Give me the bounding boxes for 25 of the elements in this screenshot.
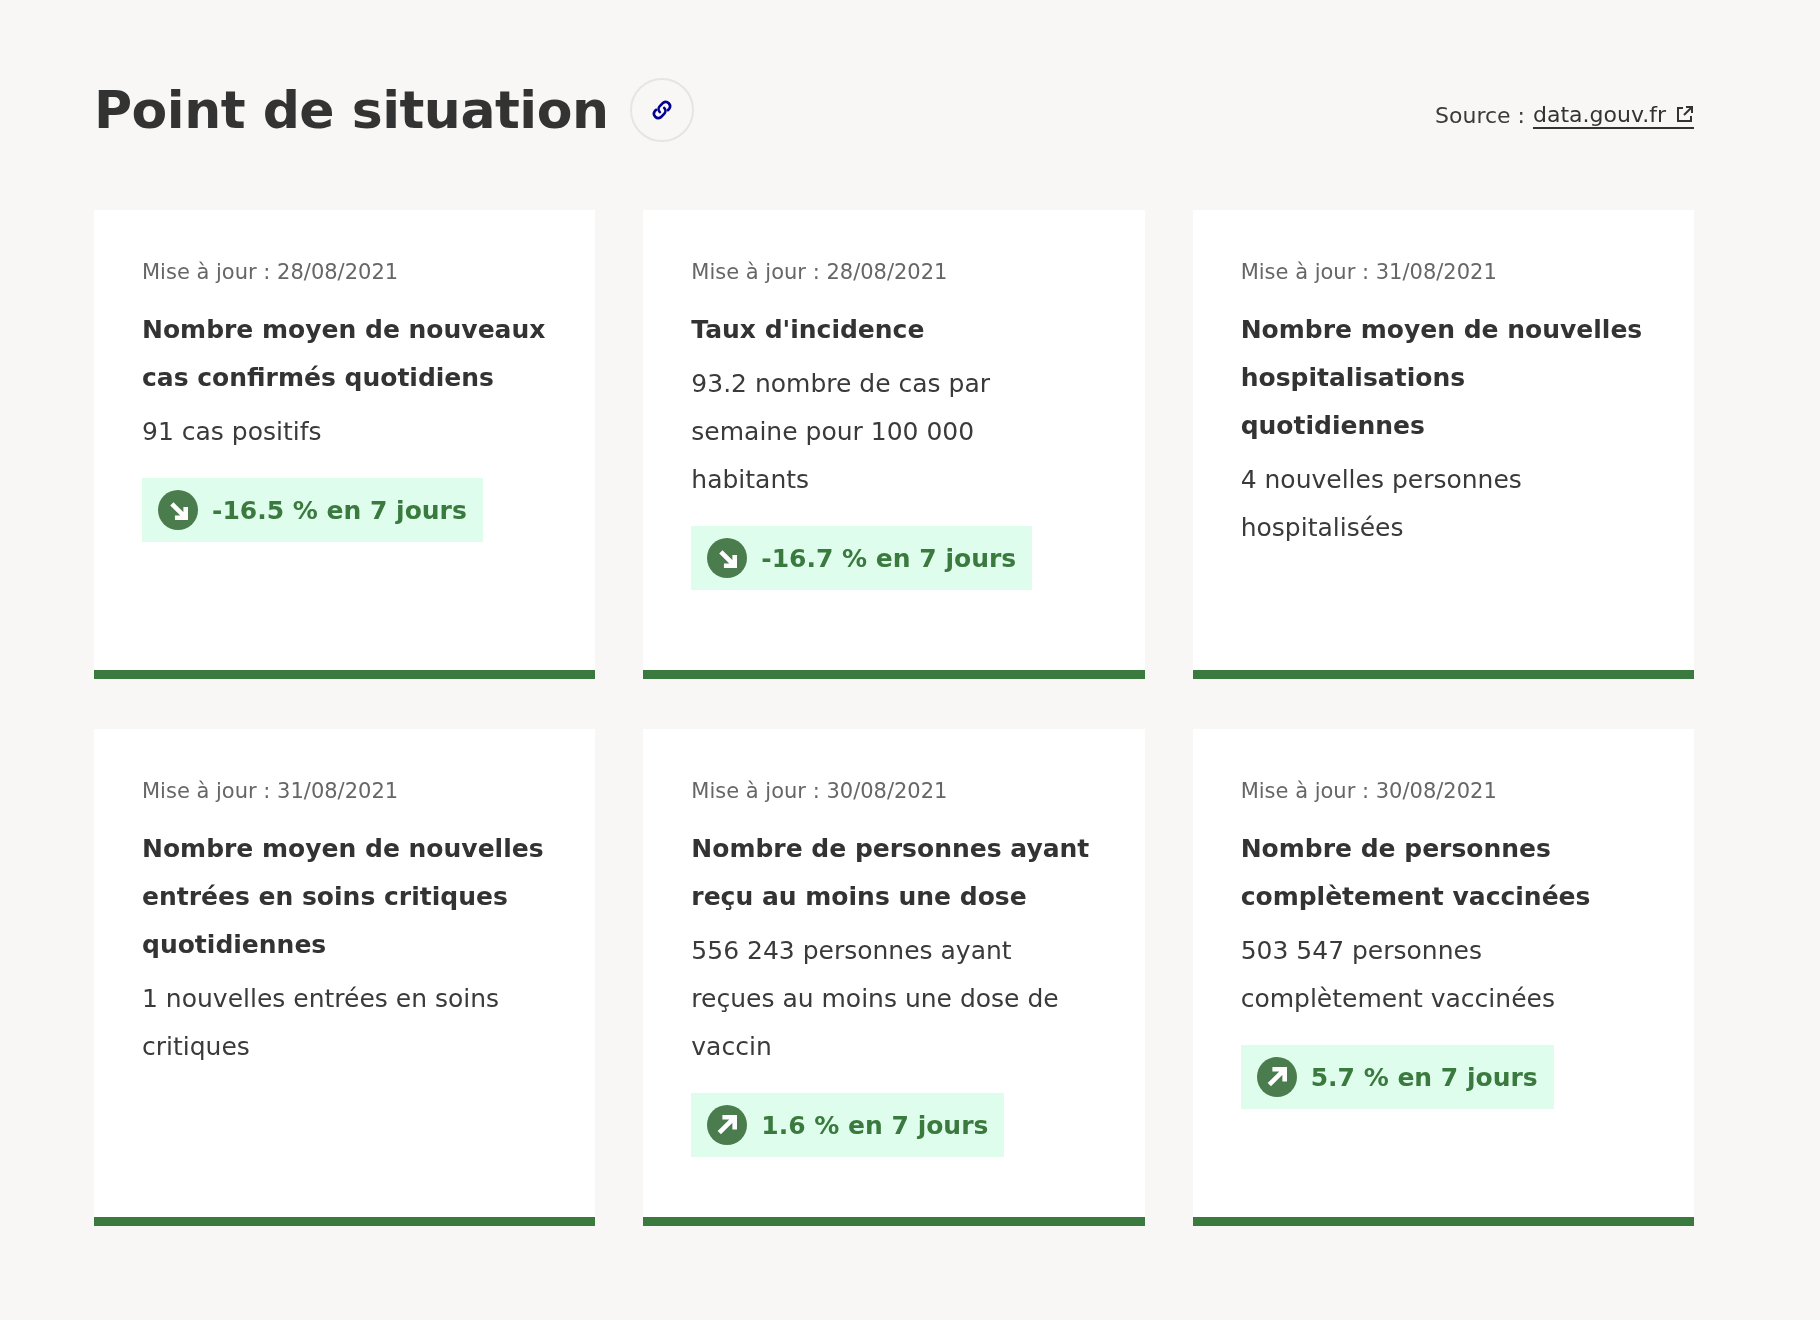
indicator-title: Taux d'incidence	[691, 314, 926, 346]
indicator-title: Nombre moyen de nouvelles hospitalisations quotidiennes	[1240, 314, 1644, 442]
source-link[interactable]: data.gouv.fr	[1533, 101, 1694, 129]
trend-text: -16.7 % en 7 jours	[761, 543, 1017, 573]
update-date: Mise à jour : 31/08/2021	[142, 779, 400, 803]
indicator-value: 1 nouvelles entrées en soins critiques	[142, 983, 501, 1063]
indicator-title: Nombre de personnes ayant reçu au moins une dose	[691, 833, 1091, 913]
trend-text: 1.6 % en 7 jours	[761, 1110, 989, 1140]
update-date: Mise à jour : 30/08/2021	[1240, 779, 1498, 803]
indicator-title: Nombre moyen de nouvelles entrées en soins critiques quotidiennes	[142, 833, 545, 961]
indicator-value: 503 547 personnes complètement vaccinées	[1240, 935, 1556, 1015]
section-title: Point de situation	[94, 80, 609, 140]
trend-text: 5.7 % en 7 jours	[1310, 1062, 1538, 1092]
update-date: Mise à jour : 30/08/2021	[691, 779, 949, 803]
update-date: Mise à jour : 28/08/2021	[142, 260, 400, 284]
indicator-value: 93.2 nombre de cas par semaine pour 100 000 habitants	[691, 368, 992, 496]
indicator-value: 4 nouvelles personnes hospitalisées	[1240, 464, 1523, 544]
trend-text: -16.5 % en 7 jours	[212, 495, 467, 525]
indicator-value: 91 cas positifs	[142, 416, 323, 448]
update-date: Mise à jour : 28/08/2021	[691, 260, 949, 284]
source-label: Source :	[1435, 102, 1525, 128]
indicator-value: 556 243 personnes ayant reçues au moins une dose de vaccin	[691, 935, 1060, 1063]
indicator-title: Nombre moyen de nouveaux cas confirmés quotidiens	[142, 314, 547, 394]
update-date: Mise à jour : 31/08/2021	[1240, 260, 1498, 284]
indicator-title: Nombre de personnes complètement vaccinées	[1240, 833, 1592, 913]
